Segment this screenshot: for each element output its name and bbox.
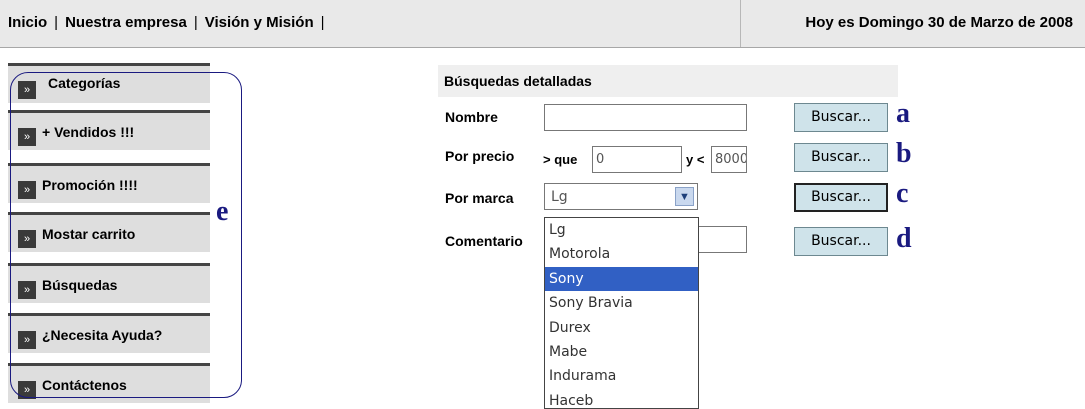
- top-nav: Inicio | Nuestra empresa | Visión y Misión |: [8, 14, 332, 31]
- dropdown-option[interactable]: Durex: [545, 316, 698, 340]
- sidebar-item-vendidos[interactable]: » + Vendidos !!!: [8, 110, 210, 150]
- dropdown-option[interactable]: Mabe: [545, 340, 698, 364]
- sidebar-item-label: ¿Necesita Ayuda?: [42, 327, 163, 343]
- dropdown-option[interactable]: Sony Bravia: [545, 291, 698, 315]
- nombre-input[interactable]: [544, 104, 747, 131]
- marca-label: Por marca: [445, 190, 514, 206]
- chevron-down-icon[interactable]: ▼: [675, 187, 694, 206]
- bullet-icon: »: [18, 281, 36, 299]
- search-panel-header: Búsquedas detalladas: [438, 65, 898, 97]
- search-panel-title: Búsquedas detalladas: [444, 73, 592, 89]
- buscar-precio-button[interactable]: Buscar...: [794, 143, 888, 172]
- dropdown-option-selected[interactable]: Sony: [545, 266, 698, 292]
- bullet-icon: »: [18, 230, 36, 248]
- sidebar-item-promocion[interactable]: » Promoción !!!!: [8, 163, 210, 203]
- sidebar-item-carrito[interactable]: » Mostar carrito: [8, 212, 210, 252]
- annotation-label-d: d: [896, 223, 912, 254]
- sidebar-item-label: Categorías: [48, 75, 121, 91]
- bullet-icon: »: [18, 81, 36, 99]
- comentario-input[interactable]: [697, 226, 747, 253]
- sidebar-item-busquedas[interactable]: » Búsquedas: [8, 263, 210, 303]
- sidebar-item-categorias[interactable]: » Categorías: [8, 63, 210, 103]
- sidebar-item-label: Búsquedas: [42, 277, 118, 293]
- sidebar-item-contactenos[interactable]: » Contáctenos: [8, 363, 210, 403]
- marca-select[interactable]: Lg ▼: [544, 183, 698, 210]
- nav-separator: |: [320, 14, 325, 31]
- sidebar-item-label: + Vendidos !!!: [42, 124, 135, 140]
- annotation-label-a: a: [896, 98, 910, 129]
- sidebar-item-label: Contáctenos: [42, 377, 127, 393]
- nombre-label: Nombre: [445, 109, 498, 125]
- marca-dropdown-list[interactable]: Lg Motorola Sony Sony Bravia Durex Mabe …: [544, 217, 699, 409]
- bullet-icon: »: [18, 381, 36, 399]
- dropdown-option[interactable]: Haceb: [545, 389, 698, 408]
- annotation-label-b: b: [896, 138, 912, 169]
- comentario-label: Comentario: [445, 233, 523, 249]
- dropdown-option[interactable]: Motorola: [545, 242, 698, 266]
- marca-select-value: Lg: [551, 189, 568, 205]
- nav-separator: |: [54, 14, 59, 31]
- nav-separator: |: [193, 14, 198, 31]
- buscar-nombre-button[interactable]: Buscar...: [794, 103, 888, 132]
- bullet-icon: »: [18, 331, 36, 349]
- sidebar-item-label: Mostar carrito: [42, 226, 136, 242]
- nav-link-inicio[interactable]: Inicio: [8, 14, 47, 31]
- precio-y-label: y <: [686, 152, 705, 167]
- nav-link-nuestra-empresa[interactable]: Nuestra empresa: [65, 14, 187, 31]
- buscar-marca-button[interactable]: Buscar...: [794, 183, 888, 212]
- annotation-label-c: c: [896, 178, 909, 209]
- annotation-label-e: e: [216, 196, 229, 227]
- bullet-icon: »: [18, 181, 36, 199]
- precio-min-input[interactable]: 0: [592, 146, 682, 173]
- date-box: Hoy es Domingo 30 de Marzo de 2008: [740, 0, 1085, 47]
- precio-que-label: > que: [543, 152, 578, 167]
- sidebar-item-ayuda[interactable]: » ¿Necesita Ayuda?: [8, 313, 210, 353]
- bullet-icon: »: [18, 128, 36, 146]
- sidebar-item-label: Promoción !!!!: [42, 177, 138, 193]
- precio-max-input[interactable]: 8000: [711, 146, 747, 173]
- current-date: Hoy es Domingo 30 de Marzo de 2008: [805, 14, 1073, 31]
- nav-link-vision-mision[interactable]: Visión y Misión: [205, 14, 314, 31]
- dropdown-option[interactable]: Indurama: [545, 364, 698, 388]
- buscar-comentario-button[interactable]: Buscar...: [794, 227, 888, 256]
- top-bar: Inicio | Nuestra empresa | Visión y Misión | …: [0, 0, 1085, 48]
- dropdown-option[interactable]: Lg: [545, 218, 698, 242]
- precio-label: Por precio: [445, 148, 515, 164]
